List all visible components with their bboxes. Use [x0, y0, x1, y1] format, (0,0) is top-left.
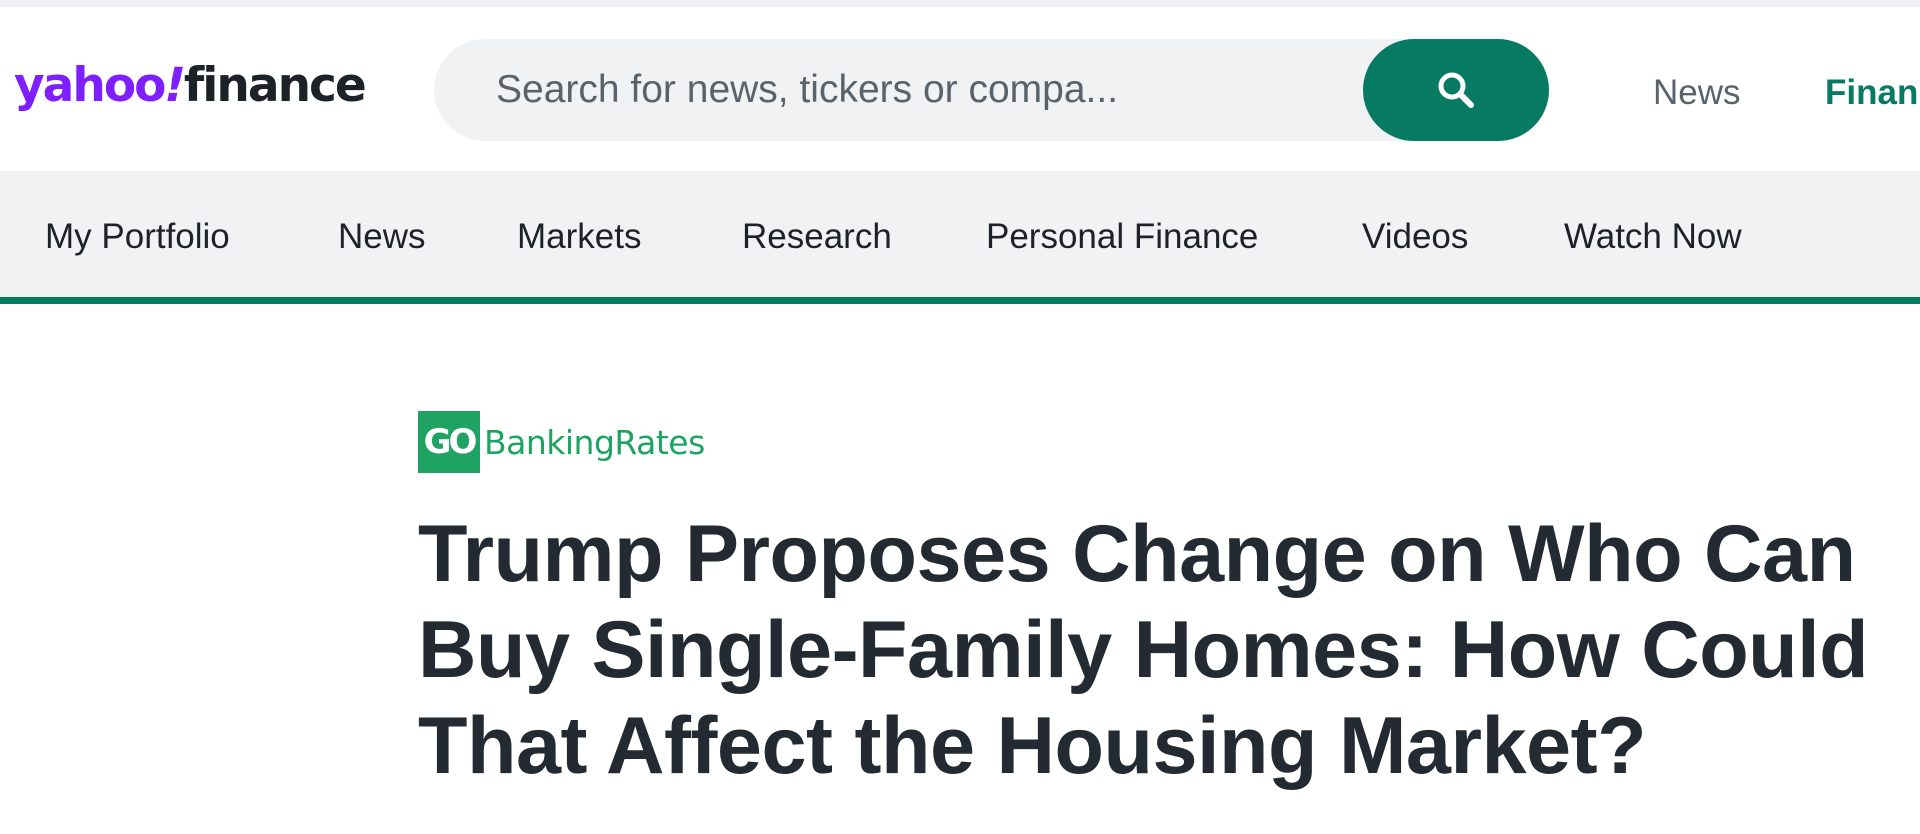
site-header: yahoo!finance News Finan	[0, 7, 1920, 171]
nav-item-videos[interactable]: Videos	[1362, 219, 1468, 254]
main-nav: My Portfolio News Markets Research Perso…	[0, 171, 1920, 304]
yahoo-finance-logo[interactable]: yahoo!finance	[14, 58, 367, 113]
provider-logo-badge: GO	[418, 411, 480, 473]
nav-item-research[interactable]: Research	[742, 219, 892, 254]
header-finance-link[interactable]: Finan	[1825, 75, 1918, 110]
logo-yahoo-text: yahoo	[14, 58, 166, 113]
provider-logo[interactable]: GO BankingRates	[418, 411, 705, 473]
logo-finance-text: finance	[183, 58, 367, 113]
search-input[interactable]	[494, 39, 1454, 141]
nav-item-my-portfolio[interactable]: My Portfolio	[45, 219, 230, 254]
article-headline: Trump Proposes Change on Who Can Buy Sin…	[418, 506, 1918, 794]
search-button[interactable]	[1363, 39, 1549, 141]
nav-item-news[interactable]: News	[338, 219, 426, 254]
nav-item-personal-finance[interactable]: Personal Finance	[986, 219, 1258, 254]
provider-logo-name: BankingRates	[484, 422, 705, 462]
headline-line: Buy Single-Family Homes: How Could	[418, 605, 1869, 695]
nav-item-watch-now[interactable]: Watch Now	[1564, 219, 1742, 254]
search-bar	[434, 39, 1549, 141]
nav-item-markets[interactable]: Markets	[517, 219, 641, 254]
headline-line: Trump Proposes Change on Who Can	[418, 509, 1856, 599]
headline-line: That Affect the Housing Market?	[418, 701, 1647, 791]
search-icon	[1438, 72, 1474, 108]
top-strip	[0, 0, 1920, 7]
header-news-link[interactable]: News	[1653, 75, 1741, 110]
